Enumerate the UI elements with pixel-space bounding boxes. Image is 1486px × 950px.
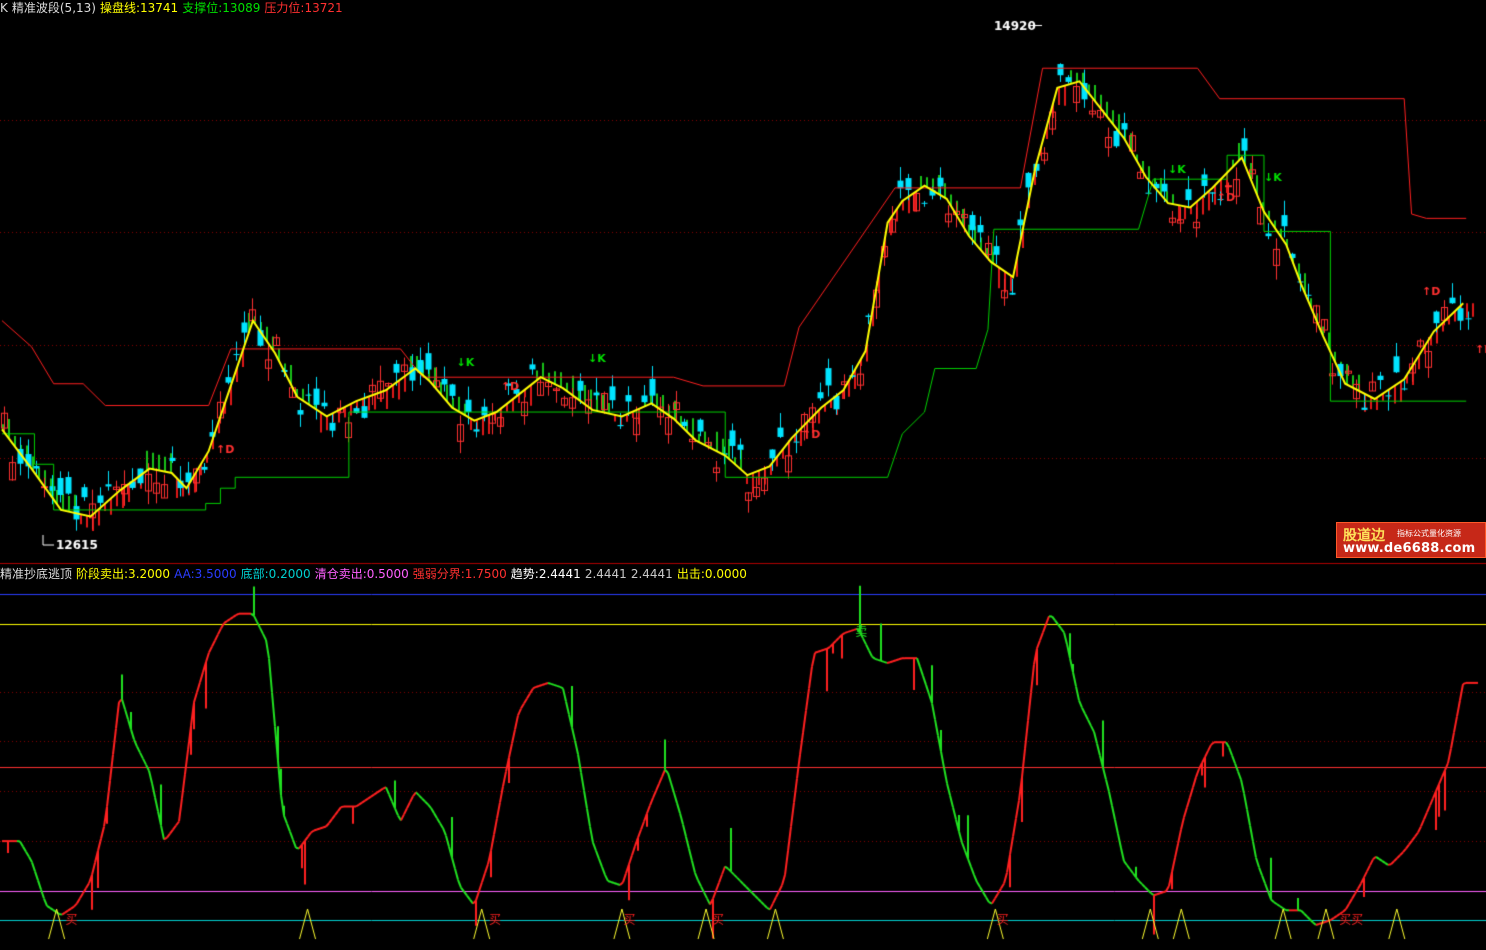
- legend-item-strength-divide: 强弱分界:1.7500: [412, 567, 507, 581]
- legend-item-support: 支撑位:13089: [182, 1, 261, 15]
- legend-item-operate-line: 操盘线:13741: [99, 1, 179, 15]
- sub-indicator-name: 精准抄底逃顶: [0, 567, 73, 581]
- legend-item-bottom: 底部:0.2000: [240, 567, 311, 581]
- kline-chart-canvas[interactable]: [0, 0, 1486, 950]
- watermark-badge: 股道边 指标公式量化资源 www.de6688.com: [1336, 522, 1486, 558]
- watermark-subtitle: 指标公式量化资源: [1397, 529, 1461, 538]
- legend-prefix: K: [0, 1, 8, 15]
- legend-item-attack: 出击:0.0000: [676, 567, 747, 581]
- sub-indicator-legend: 精准抄底逃顶 阶段卖出:3.2000 AA:3.5000 底部:0.2000 清仓卖出:…: [0, 566, 751, 582]
- legend-item-aa: AA:3.5000: [174, 567, 237, 581]
- main-indicator-legend: K 精准波段(5,13) 操盘线:13741 支撑位:13089 压力位:13721: [0, 0, 347, 16]
- legend-item-stage-sell: 阶段卖出:3.2000: [76, 567, 171, 581]
- legend-item-value-2: 2.4441: [584, 567, 627, 581]
- legend-item-pressure: 压力位:13721: [264, 1, 343, 15]
- legend-item-trend: 趋势:2.4441: [510, 567, 581, 581]
- legend-item-value-3: 2.4441: [630, 567, 673, 581]
- watermark-url: www.de6688.com: [1343, 541, 1476, 556]
- legend-item-clear-sell: 清仓卖出:0.5000: [314, 567, 409, 581]
- main-indicator-name: 精准波段(5,13): [11, 1, 96, 15]
